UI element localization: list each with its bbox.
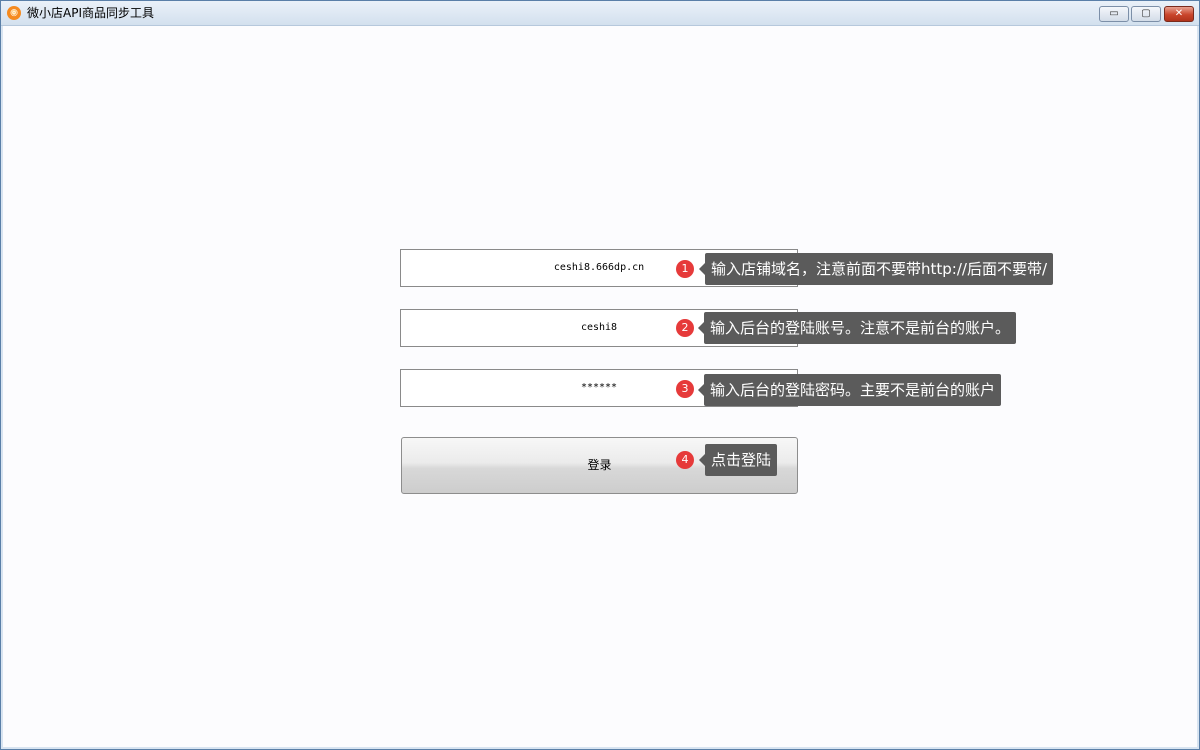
hint-badge-1: 1 <box>676 260 694 278</box>
hint-tooltip-login: 点击登陆 <box>698 444 778 476</box>
minimize-button[interactable]: ▭ <box>1099 6 1129 22</box>
hint-tooltip-account: 输入后台的登陆账号。注意不是前台的账户。 <box>697 312 1017 344</box>
hint-tooltip-domain: 输入店铺域名，注意前面不要带http://后面不要带/ <box>698 253 1054 285</box>
app-logo-icon: ◎ <box>7 6 21 20</box>
title-bar[interactable]: ◎ 微小店API商品同步工具 ▭ ▢ ✕ <box>1 1 1199 26</box>
hint-badge-3: 3 <box>676 380 694 398</box>
login-panel: ceshi8.666dp.cn ceshi8 ****** 登录 1 输入店铺域… <box>3 26 1197 747</box>
maximize-button[interactable]: ▢ <box>1131 6 1161 22</box>
close-button[interactable]: ✕ <box>1164 6 1194 22</box>
hint-badge-4: 4 <box>676 451 694 469</box>
hint-badge-2: 2 <box>676 319 694 337</box>
hint-tooltip-password: 输入后台的登陆密码。主要不是前台的账户 <box>697 374 1002 406</box>
window-title: 微小店API商品同步工具 <box>27 6 154 20</box>
app-window: ◎ 微小店API商品同步工具 ▭ ▢ ✕ ceshi8.666dp.cn ces… <box>0 0 1200 750</box>
